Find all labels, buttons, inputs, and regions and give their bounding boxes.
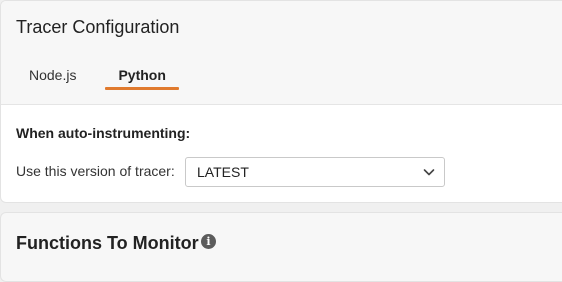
tab-nodejs[interactable]: Node.js [16,57,89,90]
tab-python[interactable]: Python [105,57,180,90]
runtime-tabs: Node.js Python [16,57,180,90]
tracer-version-label: Use this version of tracer: [16,163,175,179]
tracer-configuration-body: When auto-instrumenting: Use this versio… [1,105,562,202]
tracer-version-select[interactable]: LATEST [185,157,445,187]
auto-instrumenting-label: When auto-instrumenting: [16,125,191,141]
functions-to-monitor-title: Functions To Monitor [16,233,199,253]
tracer-configuration-header: Tracer Configuration Node.js Python [1,1,562,105]
functions-to-monitor-card: Functions To Monitor i [0,212,562,282]
chevron-down-icon [423,169,435,176]
info-icon[interactable]: i [201,234,216,249]
tracer-configuration-card: Tracer Configuration Node.js Python When… [0,0,562,203]
tracer-configuration-title: Tracer Configuration [16,17,180,37]
tracer-version-value: LATEST [197,164,249,180]
